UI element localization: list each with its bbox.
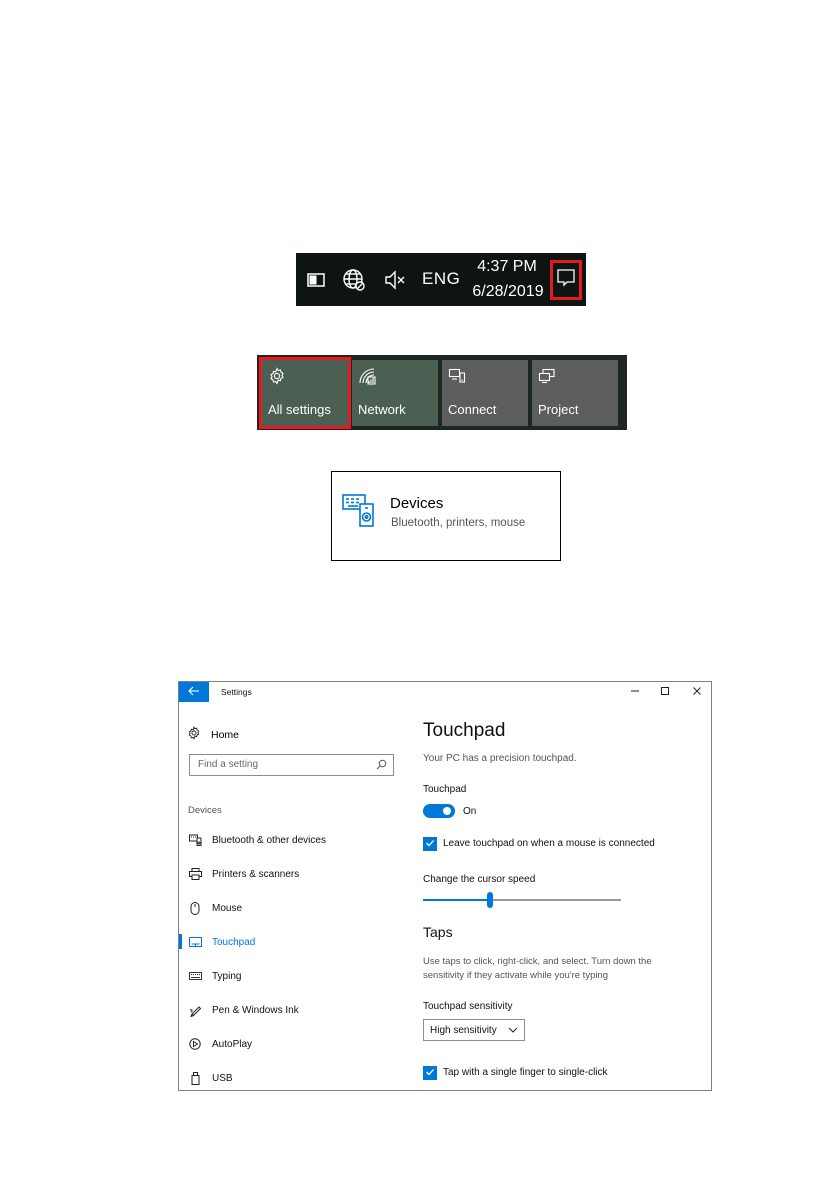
leave-touchpad-on-label[interactable]: Leave touchpad on when a mouse is connec… (443, 838, 655, 849)
touchpad-toggle[interactable] (423, 804, 455, 818)
single-tap-checkbox[interactable] (423, 1066, 437, 1080)
sidebar-item-label: Touchpad (212, 936, 256, 948)
toggle-state: On (463, 806, 477, 817)
slider-fill (423, 899, 490, 901)
project-icon (538, 367, 558, 387)
sensitivity-label: Touchpad sensitivity (423, 1001, 513, 1012)
arrow-left-icon (188, 683, 200, 701)
page-subtitle: Your PC has a precision touchpad. (423, 753, 577, 764)
settings-window: Settings Home Find a setting Devices Blu… (178, 681, 712, 1091)
touchpad-settings-content: Touchpad Your PC has a precision touchpa… (423, 682, 712, 1090)
quick-action-label: Connect (448, 402, 497, 417)
sidebar-item-printers[interactable]: Printers & scanners (179, 864, 389, 884)
devices-card-subtitle: Bluetooth, printers, mouse (391, 517, 526, 529)
devices-card-title: Devices (390, 495, 444, 512)
mouse-icon (188, 901, 202, 915)
sidebar-item-typing[interactable]: Typing (179, 966, 389, 986)
sidebar-item-pen[interactable]: Pen & Windows Ink (179, 1000, 389, 1020)
quick-action-label: All settings (268, 402, 331, 417)
network-icon (358, 367, 378, 387)
keyboard-icon (188, 969, 202, 983)
quick-action-all-settings[interactable]: All settings (259, 357, 351, 429)
window-title: Settings (221, 687, 252, 697)
search-input[interactable]: Find a setting (189, 754, 394, 776)
touchpad-icon (188, 935, 202, 949)
language-indicator[interactable]: ENG (422, 269, 460, 289)
quick-action-connect[interactable]: Connect (442, 360, 528, 426)
nav-section-title: Devices (188, 805, 222, 816)
devices-category-card[interactable]: Devices Bluetooth, printers, mouse (331, 471, 561, 561)
sidebar-item-usb[interactable]: USB (179, 1068, 389, 1088)
nav-home-label: Home (211, 728, 240, 741)
chevron-down-icon (508, 1025, 518, 1036)
autoplay-icon (188, 1037, 202, 1051)
action-center-icon (556, 268, 576, 293)
slider-thumb[interactable] (487, 892, 493, 908)
clock-date[interactable]: 6/28/2019 (463, 283, 553, 301)
quick-action-label: Network (358, 402, 406, 417)
sidebar-item-label: USB (212, 1072, 233, 1084)
quick-action-label: Project (538, 402, 579, 417)
nav-home[interactable]: Home (187, 726, 239, 743)
single-tap-label[interactable]: Tap with a single finger to single-click (443, 1067, 608, 1078)
page-title: Touchpad (423, 720, 506, 741)
sidebar-item-label: Pen & Windows Ink (212, 1004, 299, 1016)
checkmark-icon (425, 835, 435, 853)
sensitivity-dropdown[interactable]: High sensitivity (423, 1019, 525, 1041)
sidebar-item-mouse[interactable]: Mouse (179, 898, 389, 918)
sidebar-item-label: Mouse (212, 902, 243, 914)
sidebar-item-label: Bluetooth & other devices (212, 834, 326, 846)
leave-touchpad-on-checkbox[interactable] (423, 837, 437, 851)
sidebar-item-label: Printers & scanners (212, 868, 300, 880)
devices-icon (342, 492, 378, 528)
action-center-button[interactable] (550, 260, 582, 300)
volume-muted-icon[interactable] (382, 267, 408, 293)
quick-action-project[interactable]: Project (532, 360, 618, 426)
usb-icon (188, 1071, 202, 1085)
taps-section-title: Taps (423, 924, 453, 940)
connect-icon (448, 367, 468, 387)
quick-action-network[interactable]: Network (352, 360, 438, 426)
search-placeholder: Find a setting (198, 759, 259, 770)
checkmark-icon (425, 1064, 435, 1082)
cursor-speed-slider[interactable] (423, 892, 621, 908)
cursor-speed-label: Change the cursor speed (423, 874, 536, 885)
sidebar-item-bluetooth[interactable]: Bluetooth & other devices (179, 830, 389, 850)
sidebar-item-autoplay[interactable]: AutoPlay (179, 1034, 389, 1054)
sidebar-item-touchpad[interactable]: Touchpad (179, 932, 389, 952)
search-icon[interactable] (376, 759, 387, 773)
network-globe-icon[interactable] (341, 267, 367, 293)
back-button[interactable] (179, 682, 209, 702)
clock-time[interactable]: 4:37 PM (472, 258, 542, 276)
sidebar-item-label: Typing (212, 970, 242, 982)
printer-icon (188, 867, 202, 881)
gear-icon (268, 367, 288, 387)
sidebar-item-label: AutoPlay (212, 1038, 253, 1050)
bluetooth-devices-icon (188, 833, 202, 847)
sensitivity-value: High sensitivity (430, 1024, 497, 1036)
taps-description: Use taps to click, right-click, and sele… (423, 956, 652, 981)
taskbar: ENG 4:37 PM 6/28/2019 (296, 253, 586, 306)
battery-icon[interactable] (304, 267, 330, 293)
content-scrollbar[interactable] (711, 758, 712, 828)
gear-icon (187, 726, 201, 743)
touchpad-toggle-label: Touchpad (423, 784, 467, 795)
pen-icon (188, 1003, 202, 1017)
quick-actions-panel: All settings Network Connect Project (257, 355, 627, 430)
